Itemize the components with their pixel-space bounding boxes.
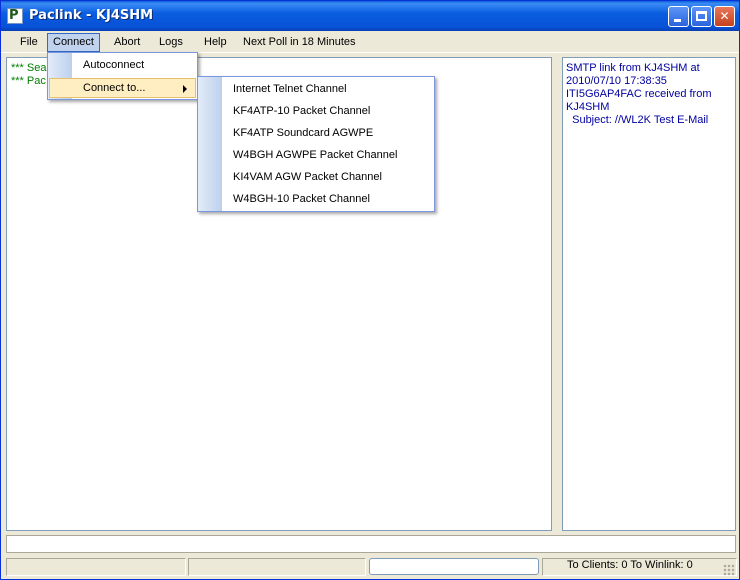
menu-item-connect-to-label: Connect to... — [83, 82, 146, 94]
smtp-line: Subject: //WL2K Test E-Mail — [566, 114, 709, 126]
channel-w4bgh-agwpe[interactable]: W4BGH AGWPE Packet Channel — [199, 144, 433, 166]
minimize-icon — [674, 19, 681, 22]
status-panel-2 — [188, 558, 366, 576]
menu-help[interactable]: Help — [198, 33, 233, 52]
menu-item-connect-to[interactable]: Connect to... — [49, 78, 196, 98]
smtp-line: SMTP link from KJ4SHM at — [566, 62, 700, 74]
smtp-line: 2010/07/10 17:38:35 — [566, 75, 667, 87]
connect-menu-dropdown: Autoconnect Connect to... — [47, 52, 198, 100]
pane-splitter[interactable] — [552, 57, 562, 531]
minimize-button[interactable] — [668, 6, 689, 27]
channel-internet-telnet[interactable]: Internet Telnet Channel — [199, 78, 433, 100]
paclink-app-icon[interactable]: P — [7, 8, 23, 24]
channel-w4bgh-10-packet[interactable]: W4BGH-10 Packet Channel — [199, 188, 433, 210]
channel-kf4atp-soundcard[interactable]: KF4ATP Soundcard AGWPE — [199, 122, 433, 144]
menu-item-autoconnect[interactable]: Autoconnect — [49, 55, 196, 75]
log-line: *** Pac — [11, 75, 46, 87]
window-title: Paclink - KJ4SHM — [29, 8, 154, 23]
status-bar: To Clients: 0 To Winlink: 0 — [1, 556, 739, 579]
title-bar[interactable]: P Paclink - KJ4SHM ✕ — [1, 1, 739, 31]
channel-kf4atp-10-packet[interactable]: KF4ATP-10 Packet Channel — [199, 100, 433, 122]
client-winlink-counts: To Clients: 0 To Winlink: 0 — [567, 559, 693, 571]
next-poll-status: Next Poll in 18 Minutes — [243, 36, 356, 48]
menu-bar: File Connect Abort Logs Help Next Poll i… — [1, 31, 739, 53]
log-line: *** Sea — [11, 62, 47, 74]
menu-logs[interactable]: Logs — [153, 33, 189, 52]
smtp-line: ITI5G6AP4FAC received from — [566, 88, 712, 100]
maximize-icon — [696, 11, 707, 21]
status-panel-1 — [6, 558, 186, 576]
connect-to-submenu: Internet Telnet Channel KF4ATP-10 Packet… — [197, 76, 435, 212]
smtp-line: KJ4SHM — [566, 101, 610, 113]
smtp-message-pane[interactable]: SMTP link from KJ4SHM at 2010/07/10 17:3… — [562, 57, 736, 531]
command-entry-field[interactable] — [6, 535, 736, 553]
menu-connect[interactable]: Connect — [47, 33, 100, 52]
menu-abort[interactable]: Abort — [108, 33, 146, 52]
close-icon: ✕ — [719, 9, 730, 23]
resize-grip-icon[interactable] — [723, 564, 735, 576]
maximize-button[interactable] — [691, 6, 712, 27]
channel-ki4vam-agw[interactable]: KI4VAM AGW Packet Channel — [199, 166, 433, 188]
progress-bar — [369, 558, 539, 575]
close-button[interactable]: ✕ — [714, 6, 735, 27]
menu-file[interactable]: File — [14, 33, 44, 52]
main-window: P Paclink - KJ4SHM ✕ File Connect Abort … — [0, 0, 740, 580]
submenu-arrow-icon — [183, 85, 187, 93]
